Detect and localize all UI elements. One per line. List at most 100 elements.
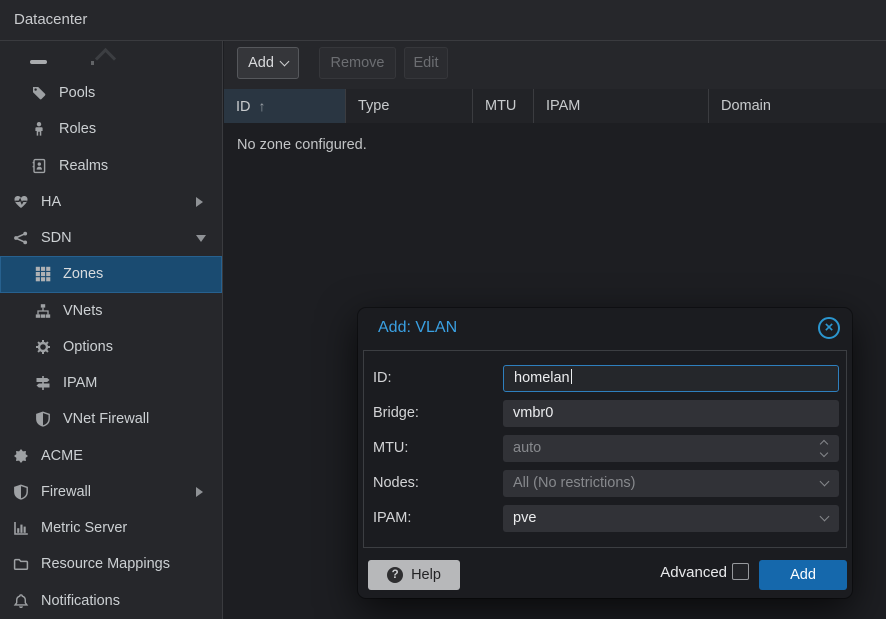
sidebar-item-sdn[interactable]: SDN xyxy=(0,220,222,256)
sidebar-item-pools[interactable]: Pools xyxy=(0,75,222,111)
edit-button-label: Edit xyxy=(414,55,439,71)
bridge-field-label: Bridge: xyxy=(373,400,419,427)
map-signs-icon xyxy=(34,374,52,392)
nodes-field-label: Nodes: xyxy=(373,470,419,497)
sidebar-item-label: SDN xyxy=(41,230,72,246)
sidebar-item-label: Firewall xyxy=(41,484,91,500)
advanced-checkbox[interactable] xyxy=(732,563,749,580)
chevron-up-icon xyxy=(95,48,116,69)
dialog-add-button[interactable]: Add xyxy=(759,560,847,590)
gear-icon xyxy=(34,338,52,356)
empty-table-message: No zone configured. xyxy=(237,137,367,153)
heartbeat-icon xyxy=(12,193,30,211)
nodes-dropdown[interactable]: All (No restrictions) xyxy=(503,470,839,497)
column-header-type[interactable]: Type xyxy=(346,89,473,123)
field-row-ipam: IPAM: pve xyxy=(364,505,846,532)
dialog-title: Add: VLAN xyxy=(378,319,457,337)
remove-button-label: Remove xyxy=(331,55,385,71)
sidebar-item-label: HA xyxy=(41,194,61,210)
folder-icon xyxy=(12,555,30,573)
sidebar-item-ha[interactable]: HA xyxy=(0,184,222,220)
add-button[interactable]: Add xyxy=(237,47,299,79)
help-button-label: Help xyxy=(411,567,441,583)
sidebar-partial-item[interactable] xyxy=(0,41,222,75)
bridge-input[interactable]: vmbr0 xyxy=(503,400,839,427)
sidebar-item-label: Pools xyxy=(59,85,95,101)
mtu-input[interactable]: auto xyxy=(503,435,839,462)
dialog-form: ID: homelan Bridge: vmbr0 MTU: auto xyxy=(363,350,847,548)
sidebar-item-metric-server[interactable]: Metric Server xyxy=(0,510,222,546)
app-window: Datacenter Pools Roles Realms xyxy=(0,0,886,619)
shield-icon xyxy=(12,483,30,501)
resource-tree: Pools Roles Realms HA SDN xyxy=(0,41,223,619)
help-button[interactable]: ? Help xyxy=(368,560,460,590)
user-icon xyxy=(30,120,48,138)
sidebar-item-realms[interactable]: Realms xyxy=(0,148,222,184)
mtu-field-label: MTU: xyxy=(373,435,408,462)
chevron-down-icon xyxy=(820,512,830,522)
question-circle-icon: ? xyxy=(387,567,403,583)
close-icon[interactable]: × xyxy=(818,317,840,339)
chevron-down-icon xyxy=(279,56,289,66)
zones-table-header: ID↑ Type MTU IPAM Domain xyxy=(224,89,886,123)
address-book-icon xyxy=(30,157,48,175)
remove-button[interactable]: Remove xyxy=(319,47,396,79)
sidebar-item-acme[interactable]: ACME xyxy=(0,438,222,474)
column-header-id[interactable]: ID↑ xyxy=(224,89,346,123)
sidebar-item-ipam[interactable]: IPAM xyxy=(0,365,222,401)
sidebar-item-label: Options xyxy=(63,339,113,355)
ipam-field-label: IPAM: xyxy=(373,505,411,532)
number-spinner[interactable] xyxy=(820,439,830,458)
sidebar-item-label: ACME xyxy=(41,448,83,464)
add-vlan-dialog: Add: VLAN × ID: homelan Bridge: vmbr0 MT… xyxy=(358,308,852,598)
sidebar-item-notifications[interactable]: Notifications xyxy=(0,583,222,619)
sidebar-item-label: VNets xyxy=(63,303,103,319)
text-caret xyxy=(571,369,573,384)
column-header-domain[interactable]: Domain xyxy=(709,89,886,123)
edit-button[interactable]: Edit xyxy=(404,47,448,79)
column-header-ipam[interactable]: IPAM xyxy=(534,89,709,123)
chevron-down-icon[interactable] xyxy=(196,235,206,242)
sidebar-item-label: VNet Firewall xyxy=(63,411,149,427)
add-button-label: Add xyxy=(248,55,274,71)
spinner-down-icon xyxy=(820,449,828,457)
sidebar-item-zones[interactable]: Zones xyxy=(0,256,222,292)
bell-icon xyxy=(12,592,30,610)
network-icon xyxy=(12,229,30,247)
sort-ascending-icon: ↑ xyxy=(259,98,266,114)
sidebar-item-vnets[interactable]: VNets xyxy=(0,293,222,329)
ipam-dropdown[interactable]: pve xyxy=(503,505,839,532)
grid-icon xyxy=(34,265,52,283)
shield-icon xyxy=(34,410,52,428)
id-input[interactable]: homelan xyxy=(503,365,839,392)
field-row-bridge: Bridge: vmbr0 xyxy=(364,400,846,427)
field-row-nodes: Nodes: All (No restrictions) xyxy=(364,470,846,497)
field-row-mtu: MTU: auto xyxy=(364,435,846,462)
chevron-down-icon xyxy=(820,477,830,487)
page-title: Datacenter xyxy=(14,0,87,40)
sidebar-item-vnet-firewall[interactable]: VNet Firewall xyxy=(0,401,222,437)
column-header-mtu[interactable]: MTU xyxy=(473,89,534,123)
spinner-up-icon xyxy=(820,440,828,448)
titlebar: Datacenter xyxy=(0,0,886,41)
sidebar-item-resource-mappings[interactable]: Resource Mappings xyxy=(0,546,222,582)
certificate-icon xyxy=(12,447,30,465)
bar-chart-icon xyxy=(12,519,30,537)
sidebar-item-label: Roles xyxy=(59,121,96,137)
dialog-footer: ? Help Advanced Add xyxy=(358,548,852,598)
sidebar-item-label: Realms xyxy=(59,158,108,174)
partial-text-fragment xyxy=(91,61,94,65)
sidebar-item-options[interactable]: Options xyxy=(0,329,222,365)
sitemap-icon xyxy=(34,302,52,320)
sidebar-item-label: Resource Mappings xyxy=(41,556,170,572)
sidebar-item-firewall[interactable]: Firewall xyxy=(0,474,222,510)
sidebar-item-label: Notifications xyxy=(41,593,120,609)
tags-icon xyxy=(30,84,48,102)
sidebar-item-label: Zones xyxy=(63,266,103,282)
id-field-label: ID: xyxy=(373,365,392,392)
chevron-right-icon[interactable] xyxy=(196,197,203,207)
sidebar-item-roles[interactable]: Roles xyxy=(0,111,222,147)
chevron-right-icon[interactable] xyxy=(196,487,203,497)
sidebar-item-label: IPAM xyxy=(63,375,97,391)
sidebar-item-label: Metric Server xyxy=(41,520,127,536)
